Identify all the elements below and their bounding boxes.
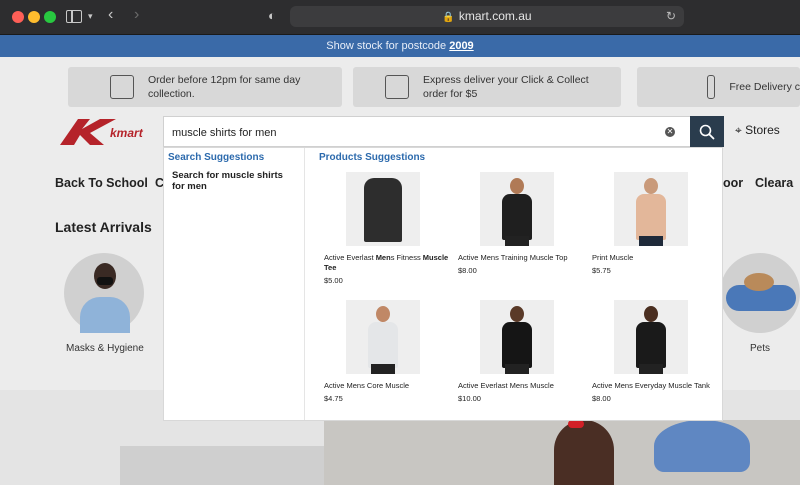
- product-name[interactable]: Active Mens Core Muscle: [324, 381, 454, 391]
- product-name[interactable]: Active Everlast Mens Fitness Muscle Tee: [324, 253, 454, 273]
- product-image[interactable]: [614, 172, 688, 246]
- clear-search-button[interactable]: ✕: [665, 127, 675, 137]
- search-button[interactable]: [690, 116, 724, 147]
- browser-toolbar: ▾ ‹ › ◐ 🔒 kmart.com.au ↻: [0, 0, 800, 35]
- product-price: $10.00: [458, 394, 481, 403]
- close-icon: ✕: [666, 127, 674, 136]
- hat-shape: [654, 420, 750, 472]
- category-masks-label[interactable]: Masks & Hygiene: [66, 343, 144, 354]
- product-name[interactable]: Active Mens Training Muscle Top: [458, 253, 588, 263]
- product-name[interactable]: Print Muscle: [592, 253, 722, 263]
- search-suggestions-column: Search Suggestions Search for muscle shi…: [164, 148, 305, 420]
- latest-arrivals-title: Latest Arrivals: [55, 219, 152, 235]
- product-image[interactable]: [480, 172, 554, 246]
- search-input[interactable]: [170, 122, 654, 144]
- chevron-down-icon[interactable]: ▾: [88, 11, 93, 22]
- product-card[interactable]: Print Muscle $5.75: [592, 172, 722, 275]
- search-dropdown: Search Suggestions Search for muscle shi…: [163, 147, 723, 421]
- bag-express-icon: [385, 75, 409, 99]
- product-card[interactable]: Active Everlast Mens Muscle $10.00: [458, 300, 588, 403]
- product-price: $5.75: [592, 266, 611, 275]
- url-text: kmart.com.au: [458, 9, 532, 23]
- address-bar[interactable]: 🔒 kmart.com.au ↻: [290, 6, 684, 27]
- postcode-banner-text: Show stock for postcode: [326, 40, 447, 52]
- product-image[interactable]: [346, 300, 420, 374]
- product-card[interactable]: Active Mens Training Muscle Top $8.00: [458, 172, 588, 275]
- close-window-button[interactable]: [12, 11, 24, 23]
- info-box-express: Express deliver your Click & Collect ord…: [353, 67, 621, 107]
- category-pets-label[interactable]: Pets: [750, 343, 770, 354]
- tank-top-image: [364, 178, 402, 242]
- stores-label: Stores: [745, 123, 780, 137]
- nav-back-to-school[interactable]: Back To School: [55, 176, 148, 190]
- search-bar: ✕: [163, 116, 724, 147]
- product-price: $8.00: [592, 394, 611, 403]
- product-card[interactable]: Active Mens Everyday Muscle Tank $8.00: [592, 300, 722, 403]
- category-masks-image[interactable]: [64, 253, 144, 333]
- postcode-banner[interactable]: Show stock for postcode 2009: [0, 35, 800, 57]
- info-box-same-day: Order before 12pm for same day collectio…: [68, 67, 342, 107]
- location-pin-icon: ⌖: [735, 123, 742, 137]
- info-box-free-delivery: Free Delivery c: [637, 67, 800, 107]
- product-price: $8.00: [458, 266, 477, 275]
- product-price: $5.00: [324, 276, 343, 285]
- zoom-window-button[interactable]: [44, 11, 56, 23]
- product-name[interactable]: Active Mens Everyday Muscle Tank: [592, 381, 722, 391]
- product-image[interactable]: [614, 300, 688, 374]
- info-box-text: Free Delivery c: [729, 81, 800, 93]
- minimize-window-button[interactable]: [28, 11, 40, 23]
- product-card[interactable]: Active Mens Core Muscle $4.75: [324, 300, 454, 403]
- search-suggestions-title: Search Suggestions: [168, 152, 265, 163]
- sidebar-toggle-icon[interactable]: [66, 10, 82, 23]
- lock-icon: 🔒: [442, 12, 455, 23]
- reload-icon[interactable]: ↻: [666, 6, 676, 27]
- back-icon[interactable]: ‹: [108, 6, 113, 24]
- product-price: $4.75: [324, 394, 343, 403]
- truck-icon: [707, 75, 716, 99]
- product-image[interactable]: [346, 172, 420, 246]
- product-image[interactable]: [480, 300, 554, 374]
- product-name[interactable]: Active Everlast Mens Muscle: [458, 381, 588, 391]
- product-card[interactable]: Active Everlast Mens Fitness Muscle Tee …: [324, 172, 454, 285]
- search-suggestion-item[interactable]: Search for muscle shirts for men: [172, 170, 292, 192]
- bag-clock-icon: [110, 75, 134, 99]
- nav-clearance-partial[interactable]: Cleara: [755, 176, 793, 190]
- category-pets-image[interactable]: [720, 253, 800, 333]
- suggestion-prefix: Search for: [172, 170, 222, 181]
- banner-photo: [324, 420, 800, 485]
- logo-wordmark: kmart: [110, 126, 144, 140]
- info-box-text: Express deliver your Click & Collect ord…: [423, 74, 589, 100]
- forward-icon[interactable]: ›: [134, 6, 139, 24]
- info-box-text: Order before 12pm for same day collectio…: [148, 74, 301, 100]
- nav-item-outdoor-partial[interactable]: oor: [723, 176, 743, 190]
- kmart-logo[interactable]: kmart: [60, 117, 160, 147]
- search-icon: [699, 124, 715, 139]
- postcode-link[interactable]: 2009: [449, 40, 473, 52]
- stores-link[interactable]: ⌖ Stores: [735, 123, 780, 138]
- products-suggestions-title: Products Suggestions: [319, 152, 426, 163]
- privacy-shield-icon[interactable]: ◐: [268, 8, 276, 23]
